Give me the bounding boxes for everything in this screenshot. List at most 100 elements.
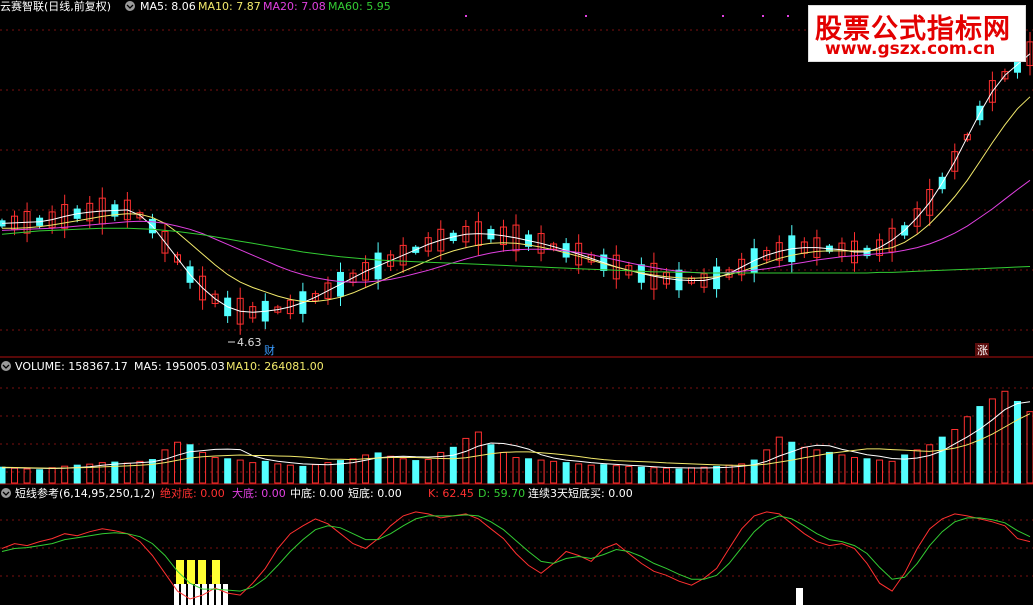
k-value-label: K: 62.45: [428, 487, 474, 500]
volume-bar: [487, 444, 495, 484]
top-signal-dot: [722, 15, 724, 17]
yellow-signal-bar: [187, 560, 195, 584]
volume-ma10-label: MA10: 264081.00: [226, 360, 324, 373]
volume-ma10-line: [1, 413, 1031, 469]
white-signal-bar: [188, 584, 193, 605]
watermark-url: www.gszx.com.cn: [825, 39, 996, 59]
volume-bar: [249, 462, 257, 484]
volume-bar: [161, 449, 169, 484]
volume-bar: [324, 462, 332, 484]
mid-bottom-label: 中底: 0.00: [290, 486, 344, 500]
volume-bar: [0, 466, 6, 484]
top-signal-dot: [585, 15, 587, 17]
volume-bar: [174, 441, 182, 484]
volume-bar: [863, 458, 871, 484]
volume-bar: [963, 416, 971, 484]
volume-bar: [913, 449, 921, 484]
top-signal-dot: [465, 15, 467, 17]
volume-bar: [976, 406, 984, 484]
volume-bar: [951, 429, 959, 484]
cai-marker: 财: [264, 343, 275, 357]
ma5-line: [1, 53, 1031, 313]
watermark-logo: 股票公式指标网 www.gszx.com.cn: [808, 5, 1026, 62]
volume-bar: [499, 451, 507, 484]
yellow-signal-bar: [212, 560, 220, 584]
volume-bar: [462, 437, 470, 484]
volume-bar: [387, 455, 395, 484]
volume-bar: [186, 444, 194, 484]
kd-lines: [1, 511, 1031, 600]
ma10-label: MA10: 7.87: [198, 0, 261, 13]
white-signal-bar: [796, 588, 803, 605]
volume-bar: [1001, 390, 1009, 484]
volume-bar: [662, 467, 670, 484]
volume-bar: [938, 436, 946, 484]
volume-bar: [587, 464, 595, 484]
volume-bar: [600, 464, 608, 484]
yellow-signal-bar: [198, 560, 206, 584]
volume-bar: [286, 464, 294, 484]
big-bottom-label: 大底: 0.00: [232, 486, 286, 500]
volume-bar: [111, 461, 119, 484]
k-line: [1, 511, 1031, 600]
zhang-marker: 涨: [977, 344, 988, 357]
volume-bar: [424, 459, 432, 484]
volume-bar: [1013, 400, 1021, 484]
stock-chart[interactable]: 云赛智联(日线,前复权) MA5: 8.06 MA10: 7.87 MA20: …: [0, 0, 1033, 605]
volume-bar: [474, 431, 482, 484]
volume-bar: [988, 398, 996, 484]
volume-ma-lines: [1, 401, 1031, 470]
top-dots: [465, 15, 789, 17]
volume-bar: [713, 465, 721, 484]
candlestick-series: [0, 31, 1033, 335]
volume-bars: [0, 390, 1033, 484]
volume-bar: [650, 467, 658, 484]
volume-bar: [612, 465, 620, 484]
volume-menu-button[interactable]: [1, 361, 11, 371]
volume-bar: [575, 463, 583, 484]
volume-bar: [750, 459, 758, 484]
volume-bar: [211, 457, 219, 484]
volume-bar: [261, 460, 269, 484]
ma20-label: MA20: 7.08: [263, 0, 326, 13]
volume-bar: [700, 466, 708, 484]
yellow-signal-bar: [176, 560, 184, 584]
volume-bar: [412, 460, 420, 484]
volume-bar: [23, 468, 31, 484]
moving-average-lines: [1, 53, 1031, 313]
volume-bar: [224, 458, 232, 484]
volume-bar: [11, 467, 19, 484]
volume-bar: [148, 459, 156, 484]
volume-bar: [311, 464, 319, 484]
volume-bar: [637, 466, 645, 484]
volume-bar: [512, 457, 520, 484]
volume-bar: [800, 446, 808, 484]
indicator-menu-button[interactable]: [1, 488, 11, 498]
buy-signal-label: 连续3天短底买: 0.00: [528, 486, 633, 500]
white-signal-bar: [209, 584, 214, 605]
volume-bar: [788, 441, 796, 484]
absolute-bottom-label: 绝对底: 0.00: [160, 486, 225, 500]
volume-bar: [763, 449, 771, 484]
volume-ma5-label: MA5: 195005.03: [134, 360, 225, 373]
indicator-title: 短线参考(6,14,95,250,1,2): [15, 486, 155, 500]
price-menu-button[interactable]: [125, 1, 135, 11]
volume-bar: [850, 457, 858, 484]
ma10-line: [2, 96, 1031, 302]
top-signal-dot: [762, 15, 764, 17]
volume-bar: [838, 454, 846, 484]
volume-bar: [399, 458, 407, 484]
volume-bar: [625, 465, 633, 484]
volume-bar: [525, 458, 533, 484]
volume-bar: [825, 451, 833, 484]
volume-bar: [299, 465, 307, 484]
volume-bar: [449, 446, 457, 484]
ma60-label: MA60: 5.95: [328, 0, 391, 13]
volume-ma5-line: [2, 401, 1031, 470]
top-signal-dot: [787, 15, 789, 17]
d-value-label: D: 59.70: [478, 487, 525, 500]
short-bottom-label: 短底: 0.00: [348, 486, 402, 500]
low-price-label: 4.63: [237, 336, 262, 349]
volume-bar: [562, 462, 570, 484]
volume-value-label: VOLUME: 158367.17: [15, 360, 128, 373]
